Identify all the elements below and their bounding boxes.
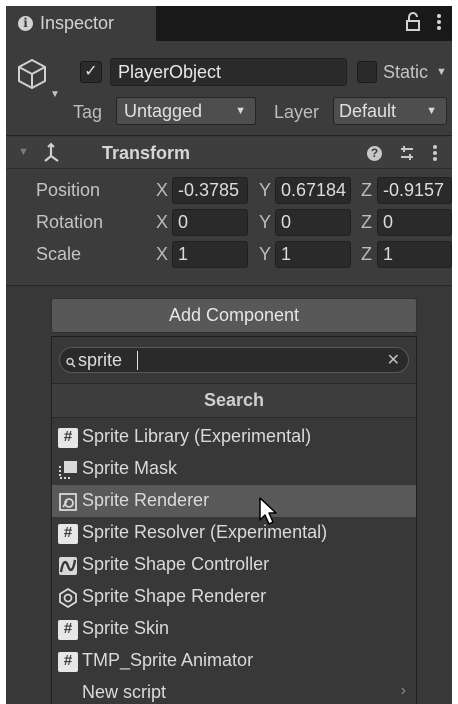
- gameobject-header: ▼ ✓ PlayerObject Static ▼ Tag Untagged ▼…: [6, 41, 452, 136]
- transform-title: Transform: [102, 143, 191, 163]
- gameobject-cube-icon[interactable]: [16, 57, 48, 96]
- scale-z-field[interactable]: 1: [377, 241, 452, 268]
- tag-label: Tag: [73, 102, 103, 122]
- result-sprite-library[interactable]: # Sprite Library (Experimental): [52, 421, 416, 453]
- tag-dropdown[interactable]: Untagged ▼: [116, 97, 256, 125]
- sprite-shape-controller-icon: [58, 556, 78, 576]
- foldout-arrow-icon[interactable]: ▼: [18, 146, 29, 158]
- layer-dropdown[interactable]: Default ▼: [333, 97, 447, 125]
- rotation-label[interactable]: Rotation: [36, 212, 103, 233]
- position-z-label[interactable]: Z: [361, 180, 372, 201]
- scale-label[interactable]: Scale: [36, 244, 81, 265]
- result-label: Sprite Resolver (Experimental): [82, 522, 328, 542]
- search-results-header: Search: [52, 383, 416, 418]
- position-y-label[interactable]: Y: [259, 180, 271, 201]
- static-label: Static: [383, 62, 429, 82]
- clear-search-icon[interactable]: ✕: [387, 350, 400, 370]
- result-label: TMP_Sprite Animator: [82, 650, 254, 670]
- add-component-popup: ✕ Search # Sprite Library (Experimental)…: [51, 336, 417, 704]
- presets-icon[interactable]: [399, 143, 415, 168]
- text-caret: [137, 351, 138, 370]
- layer-dropdown-value: Default: [339, 101, 397, 121]
- rotation-x-label[interactable]: X: [156, 212, 168, 233]
- result-label: Sprite Mask: [82, 458, 178, 478]
- inspector-window: i Inspector ▼ ✓ PlayerObject Static ▼ Ta…: [6, 6, 452, 704]
- rotation-z-label[interactable]: Z: [361, 212, 372, 233]
- sprite-renderer-icon: [58, 492, 78, 512]
- result-label: Sprite Skin: [82, 618, 170, 638]
- script-icon: #: [58, 524, 78, 544]
- transform-body: Position X -0.3785 Y 0.67184 Z -0.9157 R…: [6, 169, 452, 286]
- position-z-field[interactable]: -0.9157: [377, 177, 452, 204]
- gameobject-name-field[interactable]: PlayerObject: [110, 58, 347, 86]
- sprite-mask-icon: [58, 460, 78, 480]
- result-label: Sprite Library (Experimental): [82, 426, 312, 446]
- add-component-button[interactable]: Add Component: [51, 298, 417, 333]
- tab-inspector[interactable]: i Inspector: [6, 6, 156, 41]
- layer-label: Layer: [274, 102, 320, 122]
- search-input[interactable]: [78, 349, 378, 371]
- position-y-field[interactable]: 0.67184: [275, 177, 351, 204]
- scale-x-field[interactable]: 1: [172, 241, 248, 268]
- rotation-y-field[interactable]: 0: [275, 209, 351, 236]
- static-dropdown-arrow-icon[interactable]: ▼: [436, 66, 447, 78]
- result-sprite-resolver[interactable]: # Sprite Resolver (Experimental): [52, 517, 416, 549]
- info-icon: i: [18, 16, 33, 31]
- scale-y-field[interactable]: 1: [275, 241, 351, 268]
- rotation-x-field[interactable]: 0: [172, 209, 248, 236]
- sprite-shape-renderer-icon: [58, 587, 78, 609]
- position-label[interactable]: Position: [36, 180, 100, 201]
- lock-icon[interactable]: [406, 12, 420, 32]
- result-label: New script: [82, 682, 167, 702]
- chevron-down-icon: ▼: [235, 105, 246, 117]
- help-icon[interactable]: ?: [367, 146, 382, 161]
- transform-icon: [40, 142, 62, 169]
- chevron-down-icon: ▼: [426, 105, 437, 117]
- tag-dropdown-value: Untagged: [124, 101, 203, 121]
- result-tmp-sprite-animator[interactable]: # TMP_Sprite Animator: [52, 645, 416, 677]
- script-icon: #: [58, 428, 78, 448]
- active-checkbox[interactable]: ✓: [80, 61, 102, 83]
- kebab-menu-icon[interactable]: [436, 12, 442, 32]
- result-sprite-shape-controller[interactable]: Sprite Shape Controller: [52, 549, 416, 581]
- tab-bar: i Inspector: [6, 6, 452, 41]
- result-sprite-shape-renderer[interactable]: Sprite Shape Renderer: [52, 581, 416, 613]
- rotation-y-label[interactable]: Y: [259, 212, 271, 233]
- script-icon: #: [58, 652, 78, 672]
- position-x-label[interactable]: X: [156, 180, 168, 201]
- scale-z-label[interactable]: Z: [361, 244, 372, 265]
- result-sprite-skin[interactable]: # Sprite Skin: [52, 613, 416, 645]
- result-label: Sprite Renderer: [82, 490, 210, 510]
- result-new-script[interactable]: New script ›: [52, 677, 416, 704]
- icon-dropdown-arrow-icon[interactable]: ▼: [50, 89, 60, 100]
- static-checkbox[interactable]: [357, 61, 377, 83]
- position-x-field[interactable]: -0.3785: [172, 177, 248, 204]
- result-sprite-renderer[interactable]: Sprite Renderer: [52, 485, 416, 517]
- search-icon: [66, 354, 76, 374]
- search-bar[interactable]: ✕: [59, 347, 409, 373]
- scale-y-label[interactable]: Y: [259, 244, 271, 265]
- tab-inspector-label: Inspector: [40, 13, 115, 33]
- script-icon: #: [58, 620, 78, 640]
- transform-header[interactable]: ▼ Transform ?: [6, 137, 452, 169]
- scale-x-label[interactable]: X: [156, 244, 168, 265]
- result-label: Sprite Shape Controller: [82, 554, 270, 574]
- rotation-z-field[interactable]: 0: [377, 209, 452, 236]
- component-menu-icon[interactable]: [432, 143, 438, 168]
- chevron-right-icon: ›: [400, 682, 406, 699]
- mouse-cursor-icon: [258, 496, 280, 531]
- result-sprite-mask[interactable]: Sprite Mask: [52, 453, 416, 485]
- result-label: Sprite Shape Renderer: [82, 586, 267, 606]
